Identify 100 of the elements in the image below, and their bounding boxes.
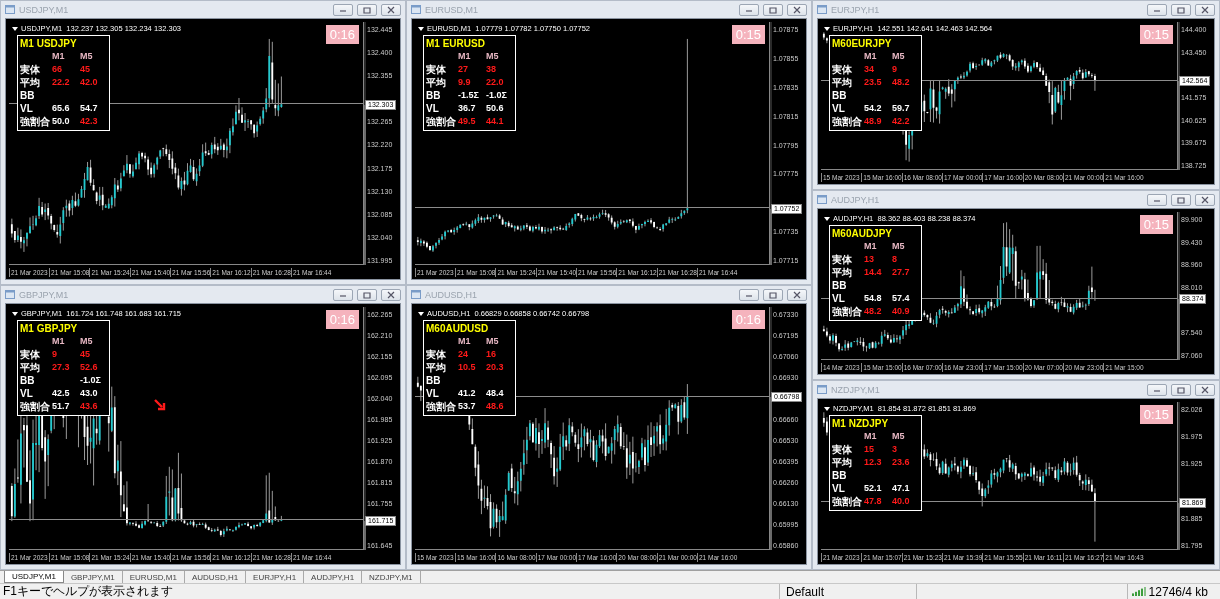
close-button[interactable] (787, 3, 807, 16)
restore-button[interactable] (357, 288, 377, 301)
caret-icon[interactable] (418, 26, 424, 31)
timer-badge: 0:15 (1139, 25, 1173, 44)
restore-button[interactable] (763, 3, 783, 16)
value-text: 14.4 (864, 266, 883, 279)
restore-icon (1175, 384, 1187, 395)
row-label: 実体 (426, 348, 447, 361)
minimize-button[interactable] (1147, 193, 1167, 206)
row-label: 実体 (20, 63, 41, 76)
caret-icon[interactable] (12, 26, 18, 31)
minimize-button[interactable] (1147, 3, 1167, 16)
caret-icon[interactable] (824, 216, 830, 221)
row-label: 平均 (832, 76, 853, 89)
minimize-button[interactable] (739, 3, 759, 16)
window-icon (5, 290, 15, 299)
profile-text: Default (779, 584, 916, 599)
restore-icon (767, 4, 779, 15)
close-button[interactable] (1195, 3, 1215, 16)
value-text: 9 (892, 63, 898, 76)
column-header: M5 (892, 430, 906, 443)
window-title: EURJPY,H1 (831, 4, 881, 15)
window-icon (817, 385, 827, 394)
value-text: 13 (864, 253, 875, 266)
window-title: GBPJPY,M1 (19, 289, 70, 300)
traffic-text: 12746/4 kb (1148, 584, 1208, 599)
column-header: M1 (864, 50, 878, 63)
value-text: 42.3 (80, 115, 99, 128)
column-header: M5 (486, 50, 500, 63)
minimize-button[interactable] (333, 3, 353, 16)
value-text: 42.5 (52, 387, 71, 400)
close-button[interactable] (381, 3, 401, 16)
value-text: 27 (458, 63, 469, 76)
row-label: VL (20, 387, 34, 400)
row-label: 実体 (20, 348, 41, 361)
value-text: -1.5Σ (458, 89, 480, 102)
restore-button[interactable] (763, 288, 783, 301)
row-label: VL (426, 102, 440, 115)
close-button[interactable] (381, 288, 401, 301)
value-text: 49.5 (458, 115, 477, 128)
close-icon (385, 4, 397, 15)
value-text: 50.0 (52, 115, 71, 128)
value-text: 52.6 (80, 361, 99, 374)
value-text: 66 (52, 63, 63, 76)
panel-title: M1 GBPJPY (20, 322, 79, 335)
caret-icon[interactable] (824, 406, 830, 411)
value-text: 27.7 (892, 266, 911, 279)
bars-icon (1131, 587, 1146, 596)
row-label: 強割合 (832, 305, 862, 318)
window-icon (5, 5, 15, 14)
restore-button[interactable] (357, 3, 377, 16)
restore-button[interactable] (1171, 383, 1191, 396)
value-text: 43.6 (80, 400, 99, 413)
value-text: 40.0 (892, 495, 911, 508)
column-header: M5 (892, 240, 906, 253)
minimize-button[interactable] (739, 288, 759, 301)
value-text: 24 (458, 348, 469, 361)
column-header: M1 (864, 240, 878, 253)
close-icon (791, 289, 803, 300)
row-label: 強割合 (426, 400, 456, 413)
timer-badge: 0:16 (325, 310, 359, 329)
minimize-button[interactable] (333, 288, 353, 301)
close-button[interactable] (1195, 193, 1215, 206)
value-text: 42.2 (892, 115, 911, 128)
close-button[interactable] (787, 288, 807, 301)
value-text: 57.4 (892, 292, 911, 305)
value-text: 47.8 (864, 495, 883, 508)
minimize-button[interactable] (1147, 383, 1167, 396)
column-header: M1 (52, 50, 66, 63)
row-label: 強割合 (426, 115, 456, 128)
caret-icon[interactable] (12, 311, 18, 316)
panel-title: M1 EURUSD (426, 37, 486, 50)
tab[interactable]: USDJPY,M1 (4, 571, 64, 583)
caret-icon[interactable] (824, 26, 830, 31)
value-text: 43.0 (80, 387, 99, 400)
timer-badge: 0:15 (1139, 215, 1173, 234)
row-label: 平均 (20, 76, 41, 89)
value-text: 51.7 (52, 400, 71, 413)
caret-icon[interactable] (418, 311, 424, 316)
row-label: 実体 (832, 253, 853, 266)
restore-button[interactable] (1171, 3, 1191, 16)
restore-button[interactable] (1171, 193, 1191, 206)
value-text: 45 (80, 348, 91, 361)
close-button[interactable] (1195, 383, 1215, 396)
window-icon (411, 290, 421, 299)
row-label: VL (832, 102, 846, 115)
window-title: AUDJPY,H1 (831, 194, 881, 205)
row-label: 平均 (426, 76, 447, 89)
value-text: 34 (864, 63, 875, 76)
column-header: M1 (864, 430, 878, 443)
value-text: 40.9 (892, 305, 911, 318)
column-header: M5 (486, 335, 500, 348)
value-text: -1.0Σ (486, 89, 508, 102)
value-text: 22.2 (52, 76, 71, 89)
row-label: VL (832, 292, 846, 305)
value-text: 48.2 (892, 76, 911, 89)
value-text: 12.3 (864, 456, 883, 469)
value-text: 41.2 (458, 387, 477, 400)
row-label: BB (20, 89, 36, 102)
timer-badge: 0:16 (731, 310, 765, 329)
